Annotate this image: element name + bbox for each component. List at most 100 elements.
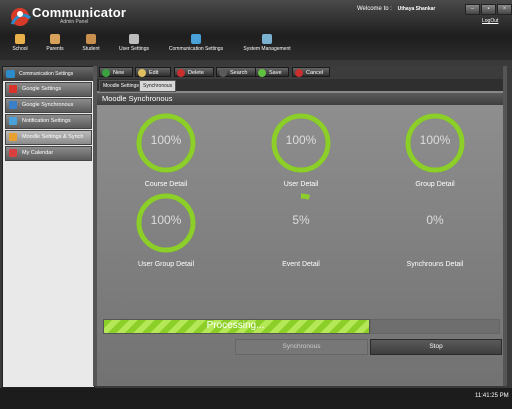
sidebar-item-label: Notification Settings xyxy=(22,118,71,124)
gauge-group-detail: 100% Group Detail xyxy=(403,111,467,188)
gauge-label: User Group Detail xyxy=(137,261,195,268)
add-icon xyxy=(102,69,110,77)
gauge-value: 100% xyxy=(285,133,317,147)
search-icon xyxy=(219,69,227,77)
checkmark-icon xyxy=(258,69,266,77)
gauge-value: 0% xyxy=(426,213,444,227)
nav-label: Communication Settings xyxy=(168,46,224,52)
sidebar-item-notification-settings[interactable]: Notification Settings xyxy=(5,114,92,129)
moodle-icon xyxy=(9,133,17,141)
tab-moodle-settings[interactable]: Moodle Settings xyxy=(99,80,143,92)
gauge-user-detail: 100% User Detail xyxy=(269,111,333,188)
edit-label: Edit xyxy=(149,70,159,76)
nav-student[interactable]: Student xyxy=(80,34,102,52)
minimize-button[interactable]: – xyxy=(465,4,480,15)
nav-label: Student xyxy=(82,46,100,52)
system-management-icon xyxy=(262,34,272,44)
edit-button[interactable]: Edit xyxy=(135,67,171,77)
delete-button[interactable]: Delete xyxy=(174,67,214,77)
new-button[interactable]: New xyxy=(99,67,133,77)
nav-communication-settings[interactable]: Communication Settings xyxy=(166,34,226,52)
save-button[interactable]: Save xyxy=(255,67,289,77)
sidebar-item-label: Google Settings xyxy=(22,86,62,92)
calendar-icon xyxy=(9,149,17,157)
nav-system-management[interactable]: System Management xyxy=(240,34,294,52)
sidebar-header-label: Communication Settings xyxy=(19,71,74,77)
brand-subtitle: Admin Panel xyxy=(60,19,89,25)
sidebar-item-my-calendar[interactable]: My Calendar xyxy=(5,146,92,161)
gauge-label: Group Detail xyxy=(415,181,455,188)
gauge-event-detail: 5% Event Detail xyxy=(269,191,333,268)
gauge-value: 100% xyxy=(150,133,182,147)
notification-icon xyxy=(9,117,17,125)
nav-school[interactable]: School xyxy=(10,34,30,52)
sidebar-item-google-synchronous[interactable]: Google Synchronous xyxy=(5,98,92,113)
gauge-label: Course Detail xyxy=(144,181,188,188)
nav-label: User Settings xyxy=(118,46,149,52)
gauge-course-detail: 100% Course Detail xyxy=(134,111,198,188)
welcome-text: Welcome to : Uthaya Shankar xyxy=(357,6,435,12)
search-label: Search xyxy=(230,70,248,76)
sidebar: Communication Settings Google Settings G… xyxy=(2,66,95,388)
clock: 11:41:25 PM xyxy=(475,393,509,399)
sidebar-item-google-settings[interactable]: Google Settings xyxy=(5,82,92,97)
gauge-label: Event Detail xyxy=(282,261,320,268)
sidebar-item-moodle-settings[interactable]: Moodle Settings & Synch xyxy=(5,130,92,145)
google-icon xyxy=(9,85,17,93)
gauge-value: 5% xyxy=(292,213,310,227)
communication-settings-icon xyxy=(6,70,15,78)
logout-link[interactable]: LogOut xyxy=(482,18,498,24)
gauge-value: 100% xyxy=(419,133,451,147)
delete-icon xyxy=(177,69,185,77)
student-icon xyxy=(86,34,96,44)
google-sync-icon xyxy=(9,101,17,109)
progress-text: Processing... xyxy=(206,320,265,331)
nav-user-settings[interactable]: User Settings xyxy=(116,34,152,52)
close-button[interactable]: × xyxy=(497,4,512,15)
main-nav: School Parents Student User Settings Com… xyxy=(0,34,512,56)
window-controls: – ▪ × xyxy=(465,4,512,15)
gauge-value: 100% xyxy=(150,213,182,227)
status-bar xyxy=(0,388,512,409)
toolbar: New Edit Delete Search Save Cancel xyxy=(97,66,503,79)
app-window: Communicator Admin Panel Welcome to : Ut… xyxy=(0,0,512,409)
new-label: New xyxy=(113,70,125,76)
sidebar-item-label: Google Synchronous xyxy=(22,102,74,108)
sidebar-header: Communication Settings xyxy=(3,67,94,81)
progress-track xyxy=(370,319,500,334)
cancel-icon xyxy=(295,69,303,77)
nav-label: System Management xyxy=(243,46,291,52)
header: Communicator Admin Panel Welcome to : Ut… xyxy=(0,0,512,60)
nav-label: Parents xyxy=(46,46,64,52)
main-panel: New Edit Delete Search Save Cancel Moodl… xyxy=(97,66,503,386)
stop-button[interactable]: Stop xyxy=(370,339,502,355)
search-button[interactable]: Search xyxy=(216,67,256,77)
section-title: Moodle Synchronous xyxy=(97,93,503,105)
edit-icon xyxy=(138,69,146,77)
right-splitter[interactable] xyxy=(503,66,507,386)
tab-bar: Moodle Settings Synchronous xyxy=(97,79,503,92)
gauge-user-group-detail: 100% User Group Detail xyxy=(134,191,198,268)
synchronous-button[interactable]: Synchronous xyxy=(235,339,368,355)
tab-synchronous[interactable]: Synchronous xyxy=(139,80,177,92)
sync-content: 100% Course Detail 100% User Detail 100%… xyxy=(97,105,503,386)
parents-icon xyxy=(50,34,60,44)
user-name: Uthaya Shankar xyxy=(397,6,436,12)
communication-settings-icon xyxy=(191,34,201,44)
nav-parents[interactable]: Parents xyxy=(44,34,66,52)
nav-label: School xyxy=(12,46,28,52)
save-label: Save xyxy=(269,70,282,76)
welcome-label: Welcome to : xyxy=(357,6,392,12)
cancel-button[interactable]: Cancel xyxy=(292,67,330,77)
sidebar-item-label: Moodle Settings & Synch xyxy=(22,134,84,140)
user-settings-icon xyxy=(129,34,139,44)
brand-title: Communicator xyxy=(32,5,127,20)
gauge-synchrouns-detail: 0% Synchrouns Detail xyxy=(403,191,467,268)
delete-label: Delete xyxy=(188,70,204,76)
gauge-label: Synchrouns Detail xyxy=(406,261,464,268)
sidebar-item-label: My Calendar xyxy=(22,150,54,156)
cancel-label: Cancel xyxy=(306,70,324,76)
maximize-button[interactable]: ▪ xyxy=(481,4,496,15)
school-icon xyxy=(15,34,25,44)
gauge-label: User Detail xyxy=(283,181,319,188)
